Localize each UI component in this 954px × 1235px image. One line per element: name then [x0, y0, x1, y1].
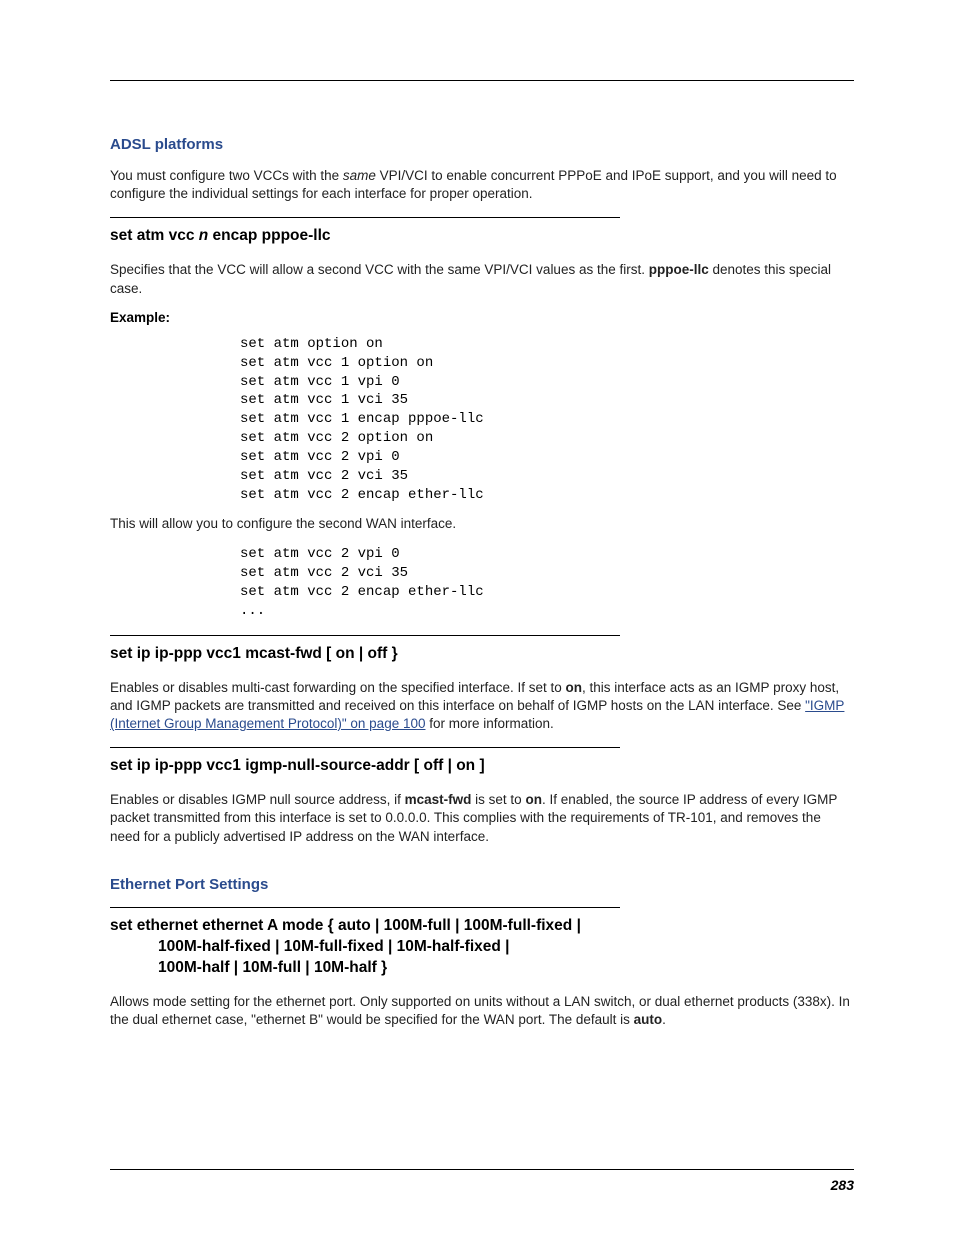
text-bold-on: on: [525, 792, 542, 807]
code-block-2: set atm vcc 2 vpi 0 set atm vcc 2 vci 35…: [240, 545, 854, 621]
top-rule: [110, 80, 854, 81]
text-fragment: set ethernet ethernet A mode { auto | 10…: [110, 916, 854, 937]
text-bold-on: on: [565, 680, 582, 695]
heading-mcast-fwd: set ip ip-ppp vcc1 mcast-fwd [ on | off …: [110, 644, 854, 665]
section-rule: [110, 907, 620, 908]
text-fragment: Allows mode setting for the ethernet por…: [110, 994, 850, 1027]
text-bold-auto: auto: [634, 1012, 663, 1027]
text-fragment: is set to: [471, 792, 525, 807]
heading-igmp-null: set ip ip-ppp vcc1 igmp-null-source-addr…: [110, 756, 854, 777]
page-number: 283: [831, 1177, 854, 1193]
spacer: [110, 858, 854, 876]
heading-set-ethernet-mode: set ethernet ethernet A mode { auto | 10…: [110, 916, 854, 979]
section-rule: [110, 635, 620, 636]
text-fragment: set atm vcc: [110, 227, 199, 244]
heading-ethernet-port-settings: Ethernet Port Settings: [110, 876, 854, 893]
mcast-desc: Enables or disables multi-cast forwardin…: [110, 679, 854, 734]
text-fragment: for more information.: [425, 716, 553, 731]
code-block-1: set atm option on set atm vcc 1 option o…: [240, 335, 854, 505]
bridge-text: This will allow you to configure the sec…: [110, 515, 854, 533]
text-italic-same: same: [343, 168, 376, 183]
page-content: ADSL platforms You must configure two VC…: [0, 0, 954, 1101]
text-fragment: You must configure two VCCs with the: [110, 168, 343, 183]
text-fragment: .: [662, 1012, 666, 1027]
text-fragment: 100M-half-fixed | 10M-full-fixed | 10M-h…: [110, 937, 854, 958]
text-fragment: encap pppoe-llc: [208, 227, 330, 244]
text-bold-pppoe-llc: pppoe-llc: [649, 262, 709, 277]
text-fragment: Enables or disables IGMP null source add…: [110, 792, 405, 807]
igmp-null-desc: Enables or disables IGMP null source add…: [110, 791, 854, 846]
text-fragment: Enables or disables multi-cast forwardin…: [110, 680, 565, 695]
text-italic-n: n: [199, 227, 208, 244]
text-bold-mcast-fwd: mcast-fwd: [405, 792, 472, 807]
set-atm-desc: Specifies that the VCC will allow a seco…: [110, 261, 854, 297]
text-fragment: Specifies that the VCC will allow a seco…: [110, 262, 649, 277]
section-rule: [110, 747, 620, 748]
example-label: Example:: [110, 310, 854, 325]
eth-desc: Allows mode setting for the ethernet por…: [110, 993, 854, 1029]
section-rule: [110, 217, 620, 218]
heading-set-atm-vcc: set atm vcc n encap pppoe-llc: [110, 226, 854, 247]
footer-rule: [110, 1169, 854, 1170]
heading-adsl-platforms: ADSL platforms: [110, 136, 854, 153]
text-fragment: 100M-half | 10M-full | 10M-half }: [110, 958, 854, 979]
adsl-intro: You must configure two VCCs with the sam…: [110, 167, 854, 203]
